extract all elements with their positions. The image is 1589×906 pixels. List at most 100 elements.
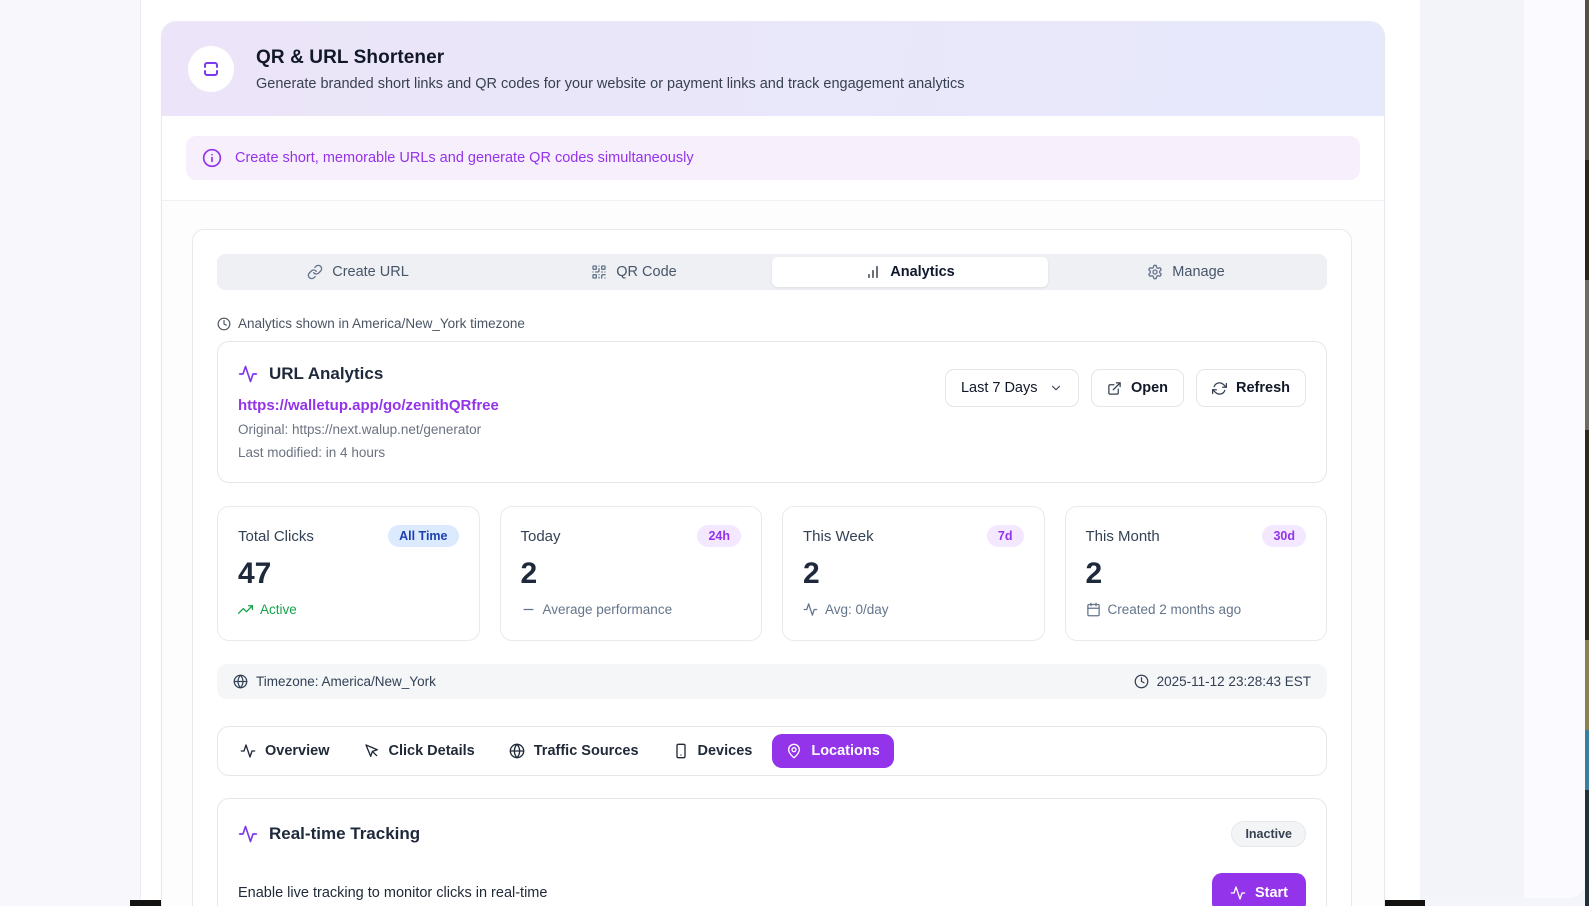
stat-card-today: Today 24h 2 Average performance bbox=[499, 506, 762, 641]
main-content-column: QR & URL Shortener Generate branded shor… bbox=[141, 0, 1420, 906]
realtime-title-row: Real-time Tracking bbox=[238, 824, 420, 844]
smartphone-icon bbox=[675, 743, 686, 759]
info-banner-text: Create short, memorable URLs and generat… bbox=[235, 150, 694, 166]
trending-up-icon bbox=[238, 605, 253, 614]
tab-label: Manage bbox=[1172, 264, 1225, 280]
stat-label: This Week bbox=[803, 527, 874, 545]
realtime-body: Enable live tracking to monitor clicks i… bbox=[238, 873, 1306, 906]
info-icon bbox=[202, 148, 222, 168]
link-icon bbox=[307, 264, 323, 280]
background-window-sliver bbox=[1585, 0, 1589, 906]
subtab-overview[interactable]: Overview bbox=[226, 734, 344, 768]
stat-value: 2 bbox=[520, 557, 538, 590]
start-button-label: Start bbox=[1254, 885, 1288, 901]
stat-footer-text: Average performance bbox=[542, 602, 673, 617]
stat-label: Today bbox=[520, 527, 561, 545]
stat-value: 2 bbox=[1085, 557, 1103, 590]
card-header: QR & URL Shortener Generate branded shor… bbox=[162, 22, 1384, 116]
subtab-locations[interactable]: Locations bbox=[772, 734, 894, 768]
subtab-label: Traffic Sources bbox=[533, 743, 639, 759]
timezone-bar: Timezone: America/New_York 2025-11-12 23… bbox=[217, 664, 1327, 699]
subtab-devices[interactable]: Devices bbox=[659, 734, 767, 768]
subtab-label: Overview bbox=[265, 743, 330, 759]
scan-brackets-icon bbox=[204, 62, 218, 76]
refresh-button-label: Refresh bbox=[1236, 380, 1290, 396]
subtab-label: Locations bbox=[811, 743, 880, 759]
subtab-traffic-sources[interactable]: Traffic Sources bbox=[495, 734, 653, 768]
tab-label: Analytics bbox=[890, 264, 955, 280]
stat-value: 2 bbox=[803, 557, 820, 590]
stat-footer-text: Created 2 months ago bbox=[1107, 602, 1242, 617]
tab-label: Create URL bbox=[332, 264, 409, 280]
page-title: QR & URL Shortener bbox=[256, 46, 445, 68]
activity-icon bbox=[240, 744, 256, 758]
qr-code-icon bbox=[592, 265, 606, 279]
tab-analytics[interactable]: Analytics bbox=[772, 257, 1048, 287]
bar-chart-icon bbox=[868, 266, 878, 278]
map-pin-icon bbox=[788, 743, 801, 759]
info-banner: Create short, memorable URLs and generat… bbox=[186, 136, 1360, 180]
stat-badge: 24h bbox=[697, 525, 741, 547]
timezone-bar-text: Timezone: America/New_York bbox=[256, 674, 436, 689]
analytics-panel: Create URL QR Code Analytics Manage Anal… bbox=[192, 229, 1352, 906]
url-analytics-card: URL Analytics https://walletup.app/go/ze… bbox=[217, 341, 1327, 483]
stat-footer: Average performance bbox=[521, 602, 742, 617]
realtime-description: Enable live tracking to monitor clicks i… bbox=[238, 885, 548, 901]
activity-icon bbox=[238, 365, 258, 383]
qr-url-shortener-card: QR & URL Shortener Generate branded shor… bbox=[162, 22, 1384, 906]
tab-label: QR Code bbox=[616, 264, 677, 280]
status-badge: Inactive bbox=[1231, 821, 1306, 847]
refresh-icon bbox=[1212, 381, 1227, 395]
stat-badge: All Time bbox=[388, 525, 459, 547]
stat-label: This Month bbox=[1085, 527, 1160, 545]
date-range-select[interactable]: Last 7 Days bbox=[944, 369, 1079, 407]
timezone-bar-right: 2025-11-12 23:28:43 EST bbox=[1134, 674, 1311, 689]
calendar-icon bbox=[1086, 602, 1100, 617]
chevron-down-icon bbox=[1051, 385, 1061, 391]
original-url: Original: https://next.walup.net/generat… bbox=[238, 422, 482, 437]
url-analytics-controls: Last 7 Days Open Refresh bbox=[944, 364, 1306, 407]
open-button[interactable]: Open bbox=[1090, 369, 1184, 407]
stat-label: Total Clicks bbox=[238, 527, 314, 545]
analytics-subtabs: Overview Click Details Traffic Sources D… bbox=[217, 726, 1327, 776]
page-right-margin-2 bbox=[1524, 0, 1585, 898]
stat-footer: Avg: 0/day bbox=[803, 602, 1024, 617]
date-range-value: Last 7 Days bbox=[960, 380, 1038, 396]
short-url-link[interactable]: https://walletup.app/go/zenithQRfree bbox=[238, 397, 499, 414]
gear-icon bbox=[1148, 264, 1162, 280]
timezone-bar-left: Timezone: America/New_York bbox=[233, 674, 436, 689]
stat-badge: 30d bbox=[1262, 525, 1306, 547]
stat-footer-text: Avg: 0/day bbox=[825, 602, 889, 617]
tab-manage[interactable]: Manage bbox=[1048, 257, 1324, 287]
external-link-icon bbox=[1108, 381, 1121, 395]
stat-card-this-month: This Month 30d 2 Created 2 months ago bbox=[1064, 506, 1327, 641]
clock-icon bbox=[217, 317, 231, 330]
stat-card-total-clicks: Total Clicks All Time 47 Active bbox=[217, 506, 480, 641]
content-section: Create URL QR Code Analytics Manage Anal… bbox=[162, 201, 1384, 906]
subtab-click-details[interactable]: Click Details bbox=[350, 734, 489, 768]
url-analytics-title-row: URL Analytics bbox=[238, 364, 499, 384]
activity-icon bbox=[1230, 886, 1246, 900]
last-modified: Last modified: in 4 hours bbox=[238, 445, 386, 460]
start-button[interactable]: Start bbox=[1211, 873, 1306, 906]
stats-row: Total Clicks All Time 47 Active Today 24… bbox=[217, 506, 1327, 641]
activity-icon bbox=[238, 825, 258, 843]
open-button-label: Open bbox=[1130, 380, 1168, 396]
globe-icon bbox=[509, 743, 525, 759]
refresh-button[interactable]: Refresh bbox=[1196, 369, 1306, 407]
header-text: QR & URL Shortener Generate branded shor… bbox=[256, 47, 964, 92]
stat-footer: Created 2 months ago bbox=[1086, 602, 1307, 617]
dash-icon bbox=[523, 608, 533, 611]
tab-qr-code[interactable]: QR Code bbox=[496, 257, 772, 287]
clock-icon bbox=[1134, 674, 1148, 689]
tab-create-url[interactable]: Create URL bbox=[220, 257, 496, 287]
stat-footer-text: Active bbox=[260, 602, 297, 617]
banner-section: Create short, memorable URLs and generat… bbox=[162, 116, 1384, 201]
realtime-header: Real-time Tracking Inactive bbox=[238, 821, 1306, 847]
url-analytics-info: URL Analytics https://walletup.app/go/ze… bbox=[238, 364, 499, 460]
subtab-label: Devices bbox=[697, 743, 753, 759]
mouse-pointer-icon bbox=[364, 744, 378, 757]
stat-footer: Active bbox=[238, 602, 459, 617]
subtab-label: Click Details bbox=[388, 743, 475, 759]
page-subtitle: Generate branded short links and QR code… bbox=[256, 75, 965, 92]
